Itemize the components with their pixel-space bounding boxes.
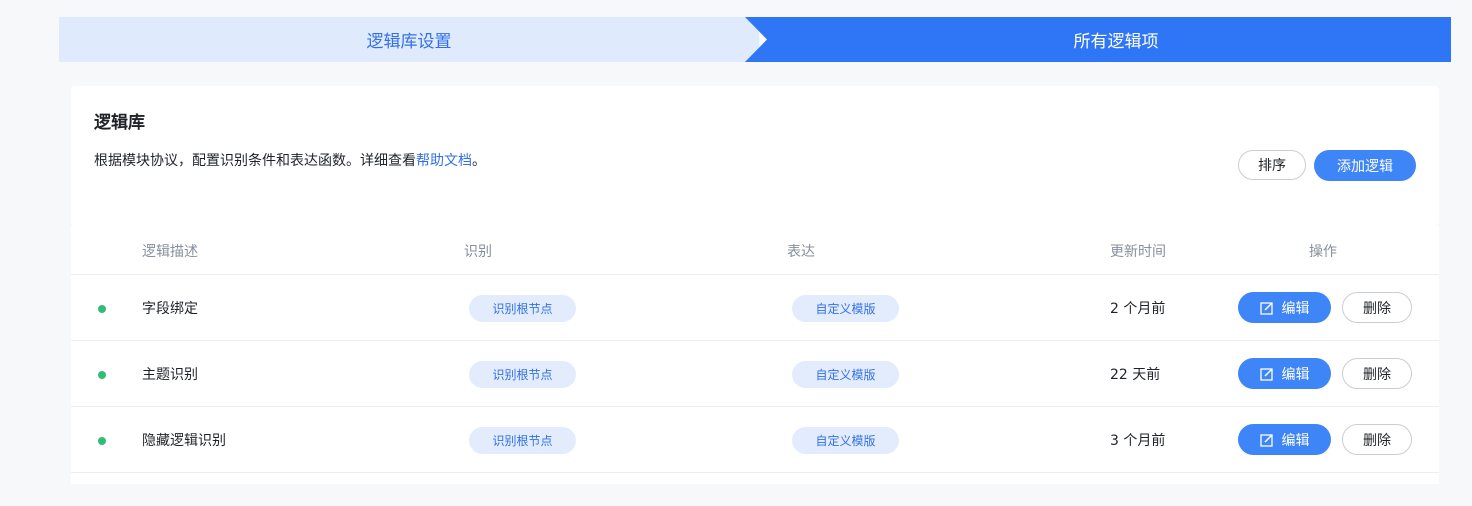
panel-title: 逻辑库	[94, 113, 145, 133]
edit-label: 编辑	[1281, 432, 1310, 449]
step2-label: 所有逻辑项	[1073, 32, 1159, 52]
header-express: 表达	[787, 244, 815, 260]
recognize-tag: 识别根节点	[469, 361, 576, 388]
express-tag: 自定义模版	[792, 295, 899, 322]
add-logic-button[interactable]: 添加逻辑	[1314, 150, 1416, 181]
recognize-tag: 识别根节点	[469, 295, 576, 322]
table-row: 主题识别 识别根节点 自定义模版 22 天前 编辑 删除	[71, 341, 1439, 407]
edit-square-icon	[1259, 433, 1274, 447]
description-text: 根据模块协议，配置识别条件和表达函数。详细查看	[94, 153, 416, 169]
status-dot	[98, 305, 106, 313]
header-actions: 操作	[1309, 244, 1337, 260]
logic-name: 隐藏逻辑识别	[142, 433, 226, 449]
updated-time: 2 个月前	[1110, 301, 1166, 317]
edit-label: 编辑	[1281, 300, 1310, 317]
panel-description: 根据模块协议，配置识别条件和表达函数。详细查看帮助文档。	[94, 150, 486, 170]
updated-time: 22 天前	[1110, 367, 1161, 383]
help-doc-link[interactable]: 帮助文档	[416, 153, 472, 169]
step-logic-library-settings[interactable]: 逻辑库设置	[59, 17, 759, 62]
sort-button[interactable]: 排序	[1238, 150, 1306, 180]
status-dot	[98, 371, 106, 379]
delete-button[interactable]: 删除	[1342, 292, 1412, 323]
delete-button[interactable]: 删除	[1342, 424, 1412, 455]
logic-name: 字段绑定	[142, 301, 198, 317]
logic-library-panel: 逻辑库 根据模块协议，配置识别条件和表达函数。详细查看帮助文档。 排序 添加逻辑	[71, 86, 1439, 226]
edit-square-icon	[1259, 367, 1274, 381]
table-row: 字段绑定 识别根节点 自定义模版 2 个月前 编辑 删除	[71, 275, 1439, 341]
edit-button[interactable]: 编辑	[1238, 358, 1331, 389]
header-updated: 更新时间	[1110, 244, 1166, 260]
delete-button[interactable]: 删除	[1342, 358, 1412, 389]
header-description: 逻辑描述	[142, 244, 198, 260]
edit-button[interactable]: 编辑	[1238, 424, 1331, 455]
edit-label: 编辑	[1281, 366, 1310, 383]
edit-square-icon	[1259, 301, 1274, 315]
express-tag: 自定义模版	[792, 361, 899, 388]
logic-name: 主题识别	[142, 367, 198, 383]
status-dot	[98, 437, 106, 445]
recognize-tag: 识别根节点	[469, 427, 576, 454]
logic-table: 逻辑描述 识别 表达 更新时间 操作 字段绑定 识别根节点 自定义模版 2 个月…	[71, 226, 1439, 484]
step1-label: 逻辑库设置	[366, 32, 452, 52]
edit-button[interactable]: 编辑	[1238, 292, 1331, 323]
step-all-logic-items[interactable]: 所有逻辑项	[745, 17, 1451, 62]
express-tag: 自定义模版	[792, 427, 899, 454]
header-recognize: 识别	[464, 244, 492, 260]
description-end: 。	[472, 153, 486, 169]
updated-time: 3 个月前	[1110, 433, 1166, 449]
step-bar: 逻辑库设置 所有逻辑项	[59, 17, 1451, 62]
table-header: 逻辑描述 识别 表达 更新时间 操作	[71, 226, 1439, 275]
table-row: 隐藏逻辑识别 识别根节点 自定义模版 3 个月前 编辑 删除	[71, 407, 1439, 473]
